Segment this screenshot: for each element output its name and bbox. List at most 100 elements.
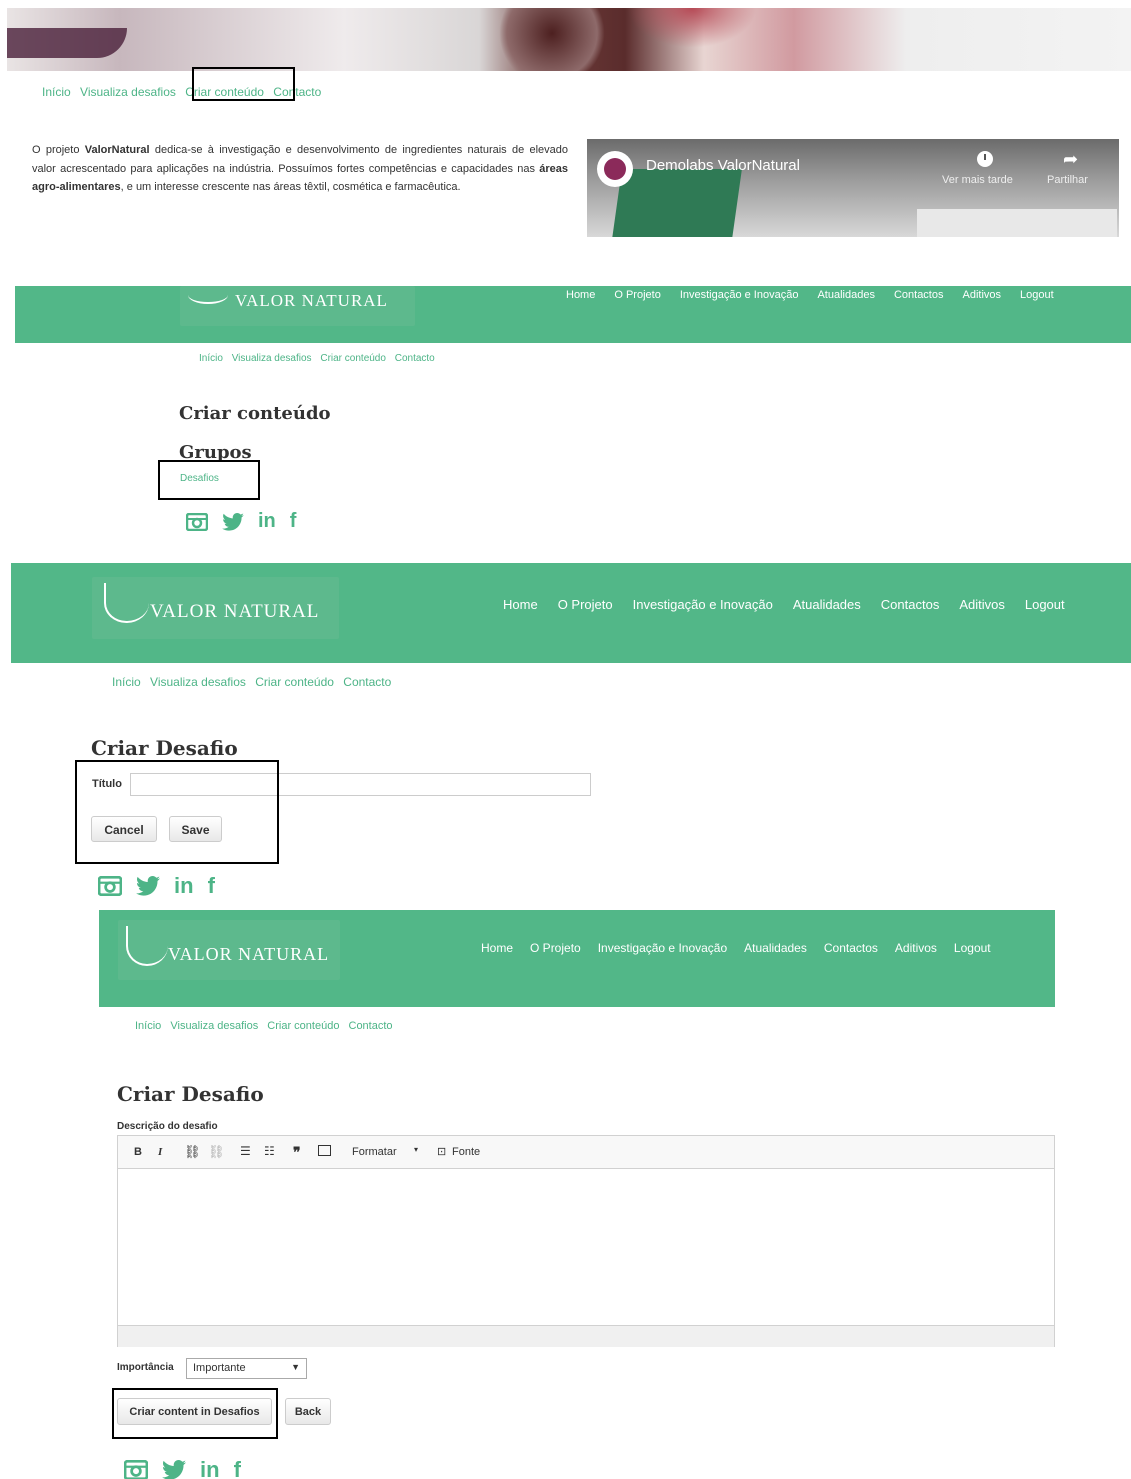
- menu-atualidades[interactable]: Atualidades: [817, 289, 875, 301]
- linkedin-icon[interactable]: in: [258, 510, 276, 533]
- highlight-form: [75, 760, 279, 864]
- share-icon[interactable]: ➦: [1063, 149, 1078, 170]
- page-title: Criar conteúdo: [179, 403, 331, 424]
- format-dropdown[interactable]: Formatar: [352, 1146, 397, 1158]
- menu-investigacao[interactable]: Investigação e Inovação: [633, 597, 773, 612]
- blockquote-icon[interactable]: ❞: [293, 1144, 301, 1161]
- nav-contacto[interactable]: Contacto: [343, 675, 391, 689]
- leaf-logo-icon: [188, 286, 228, 304]
- logo-2[interactable]: VALOR NATURAL: [180, 286, 415, 326]
- nav-inicio[interactable]: Início: [42, 85, 71, 99]
- menu-home[interactable]: Home: [481, 941, 513, 955]
- leaf-logo-icon: [104, 583, 149, 623]
- main-menu-3: Home O Projeto Investigação e Inovação A…: [503, 597, 1065, 612]
- logo-4[interactable]: VALOR NATURAL: [118, 920, 340, 980]
- back-button[interactable]: Back: [285, 1398, 331, 1425]
- menu-contactos[interactable]: Contactos: [824, 941, 878, 955]
- menu-home[interactable]: Home: [503, 597, 538, 612]
- menu-atualidades[interactable]: Atualidades: [744, 941, 807, 955]
- menu-aditivos[interactable]: Aditivos: [962, 289, 1001, 301]
- image-icon[interactable]: [318, 1145, 331, 1156]
- watch-later-label[interactable]: Ver mais tarde: [942, 174, 1013, 186]
- nav-inicio[interactable]: Início: [112, 675, 141, 689]
- nav-contacto[interactable]: Contacto: [395, 353, 435, 364]
- twitter-icon[interactable]: [162, 1460, 186, 1479]
- nav-inicio[interactable]: Início: [135, 1020, 161, 1032]
- logo-text: VALOR NATURAL: [235, 291, 388, 310]
- source-button[interactable]: Fonte: [452, 1146, 480, 1158]
- breadcrumb-nav-2: Início Visualiza desafios Criar conteúdo…: [199, 353, 441, 364]
- importancia-select[interactable]: Importante ▼: [186, 1358, 307, 1379]
- instagram-icon[interactable]: [98, 876, 122, 896]
- nav-inicio[interactable]: Início: [199, 353, 223, 364]
- italic-button[interactable]: I: [158, 1146, 162, 1158]
- highlight-criar-conteudo: [192, 67, 295, 101]
- editor-toolbar: B I ⛓ ⛓ ☰ ☷ ❞ Formatar ▾ ⊡ Fonte: [118, 1136, 1054, 1169]
- clock-icon[interactable]: [977, 151, 993, 167]
- menu-logout[interactable]: Logout: [1025, 597, 1065, 612]
- nav-criar-conteudo[interactable]: Criar conteúdo: [320, 353, 386, 364]
- chevron-down-icon[interactable]: ▾: [414, 1145, 418, 1154]
- menu-investigacao[interactable]: Investigação e Inovação: [680, 289, 799, 301]
- nav-contacto[interactable]: Contacto: [349, 1020, 393, 1032]
- video-embed[interactable]: Demolabs ValorNatural Ver mais tarde ➦ P…: [587, 139, 1119, 237]
- social-links-4: in f: [124, 1457, 241, 1479]
- twitter-icon[interactable]: [222, 512, 244, 531]
- menu-atualidades[interactable]: Atualidades: [793, 597, 861, 612]
- importancia-label: Importância: [117, 1362, 174, 1373]
- header-banner-image: [7, 8, 1131, 71]
- highlight-submit: [112, 1388, 278, 1439]
- menu-logout[interactable]: Logout: [1020, 289, 1054, 301]
- linkedin-icon[interactable]: in: [200, 1457, 220, 1479]
- share-label[interactable]: Partilhar: [1047, 174, 1088, 186]
- menu-contactos[interactable]: Contactos: [881, 597, 940, 612]
- nav-visualiza-desafios[interactable]: Visualiza desafios: [232, 353, 312, 364]
- nav-criar-conteudo[interactable]: Criar conteúdo: [255, 675, 334, 689]
- logo-text: VALOR NATURAL: [150, 601, 320, 622]
- logo-3[interactable]: VALOR NATURAL: [92, 577, 339, 639]
- menu-aditivos[interactable]: Aditivos: [895, 941, 937, 955]
- twitter-icon[interactable]: [136, 876, 160, 896]
- breadcrumb-nav-3: Início Visualiza desafios Criar conteúdo…: [112, 675, 397, 689]
- menu-home[interactable]: Home: [566, 289, 595, 301]
- menu-o-projeto[interactable]: O Projeto: [558, 597, 613, 612]
- linkedin-icon[interactable]: in: [174, 873, 194, 899]
- facebook-icon[interactable]: f: [234, 1457, 241, 1479]
- menu-o-projeto[interactable]: O Projeto: [614, 289, 660, 301]
- nav-visualiza-desafios[interactable]: Visualiza desafios: [80, 85, 176, 99]
- numbered-list-icon[interactable]: ☷: [264, 1144, 275, 1158]
- descricao-label: Descrição do desafio: [117, 1121, 218, 1132]
- breadcrumb-nav-4: Início Visualiza desafios Criar conteúdo…: [135, 1020, 399, 1032]
- menu-investigacao[interactable]: Investigação e Inovação: [598, 941, 727, 955]
- bold-button[interactable]: B: [134, 1146, 142, 1158]
- source-icon[interactable]: ⊡: [437, 1145, 446, 1158]
- social-links-2: in f: [186, 510, 296, 533]
- leaf-logo-icon: [126, 926, 168, 966]
- link-icon[interactable]: ⛓: [184, 1144, 201, 1160]
- nav-visualiza-desafios[interactable]: Visualiza desafios: [150, 675, 246, 689]
- menu-aditivos[interactable]: Aditivos: [959, 597, 1005, 612]
- social-links-3: in f: [98, 873, 215, 899]
- rich-text-editor: B I ⛓ ⛓ ☰ ☷ ❞ Formatar ▾ ⊡ Fonte: [117, 1135, 1055, 1347]
- bulleted-list-icon[interactable]: ☰: [240, 1144, 251, 1158]
- menu-contactos[interactable]: Contactos: [894, 289, 944, 301]
- video-title[interactable]: Demolabs ValorNatural: [646, 157, 800, 174]
- intro-text-3: , e um interesse crescente nas áreas têx…: [120, 181, 461, 193]
- nav-criar-conteudo[interactable]: Criar conteúdo: [267, 1020, 339, 1032]
- menu-logout[interactable]: Logout: [954, 941, 991, 955]
- instagram-icon[interactable]: [124, 1460, 148, 1479]
- facebook-icon[interactable]: f: [208, 873, 215, 899]
- logo-text: VALOR NATURAL: [168, 944, 330, 964]
- highlight-desafios: [158, 460, 260, 500]
- editor-content-area[interactable]: [118, 1169, 1054, 1325]
- chevron-down-icon: ▼: [291, 1362, 300, 1372]
- facebook-icon[interactable]: f: [290, 510, 297, 533]
- instagram-icon[interactable]: [186, 512, 208, 531]
- page-title: Criar Desafio: [91, 736, 238, 760]
- main-menu-4: Home O Projeto Investigação e Inovação A…: [481, 941, 991, 955]
- intro-text-1: O projeto: [32, 144, 85, 156]
- nav-visualiza-desafios[interactable]: Visualiza desafios: [170, 1020, 258, 1032]
- importancia-value: Importante: [193, 1362, 246, 1374]
- menu-o-projeto[interactable]: O Projeto: [530, 941, 581, 955]
- unlink-icon[interactable]: ⛓: [208, 1144, 225, 1160]
